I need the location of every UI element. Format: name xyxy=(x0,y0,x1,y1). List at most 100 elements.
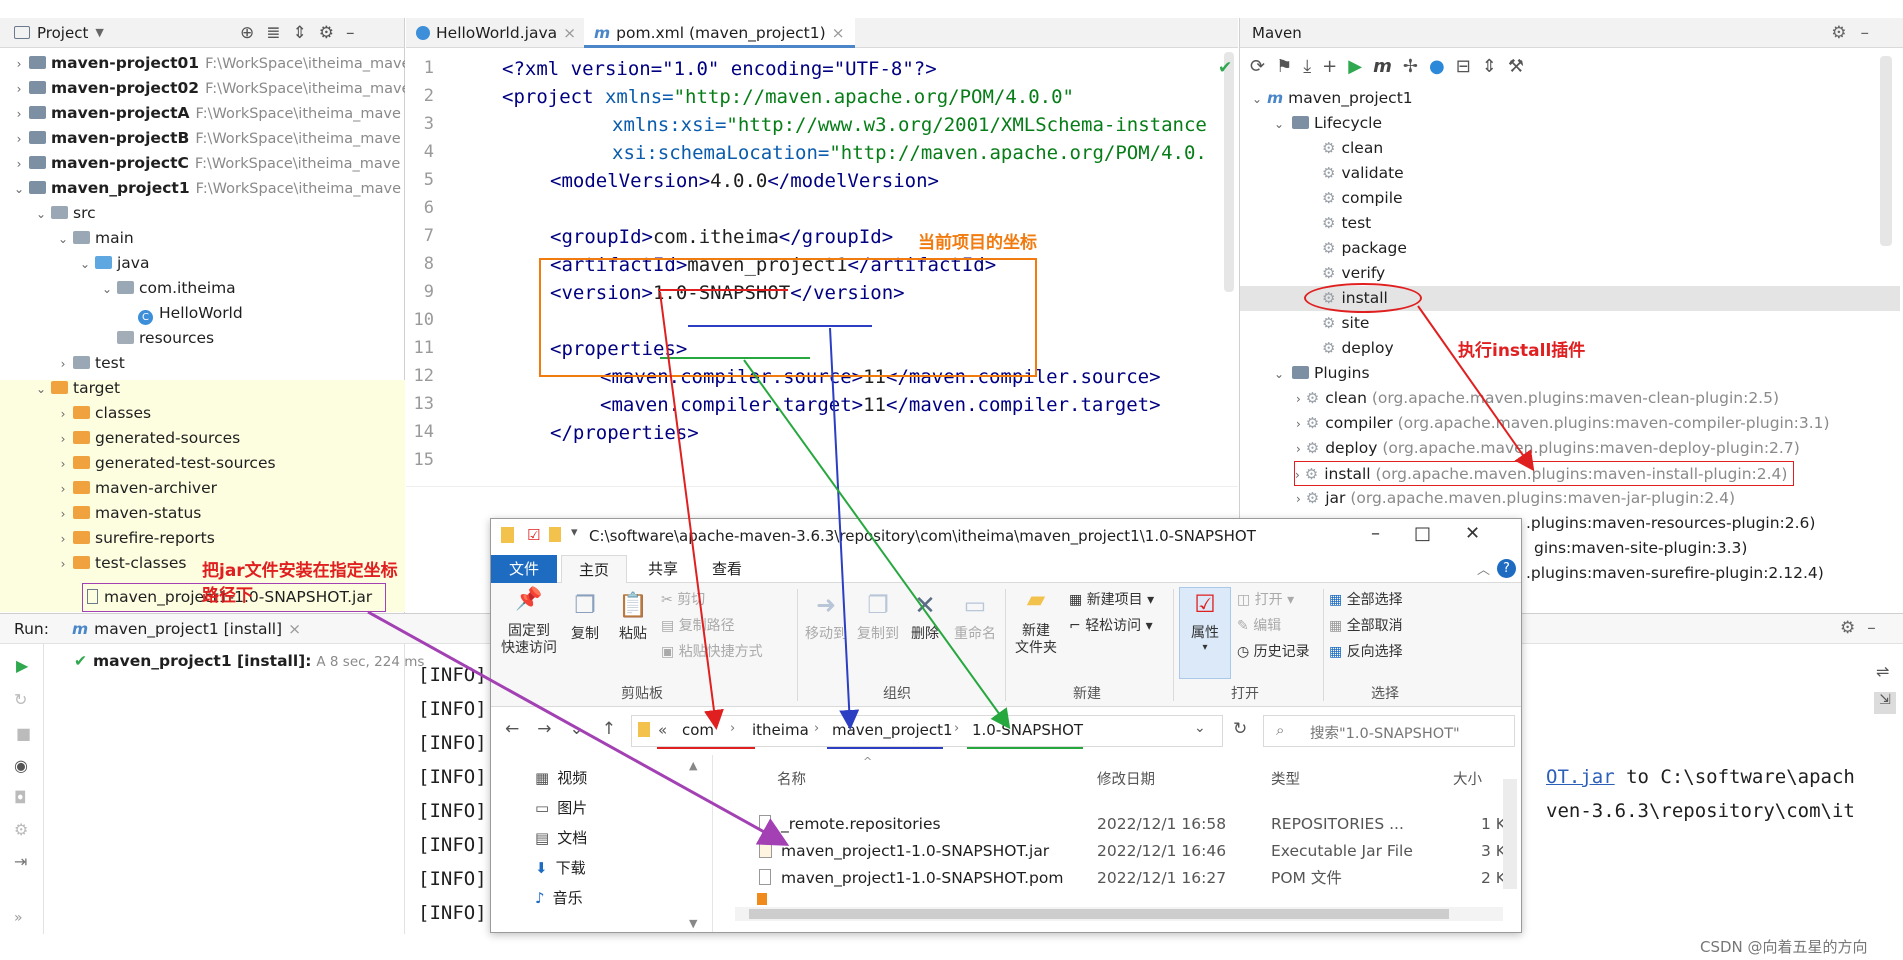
tree-item-maven-archiver[interactable]: › maven-archiver xyxy=(0,476,405,501)
close-icon[interactable]: × xyxy=(832,24,845,42)
project-toolbar-icons[interactable]: ⊕≣⇕⚙– xyxy=(240,23,366,43)
rerun-icon[interactable]: ▶ xyxy=(16,656,28,675)
run-tree-entry[interactable]: ✔ maven_project1 [install]: A 8 sec, 224 … xyxy=(74,652,424,670)
address-bar[interactable]: « com › itheima › maven_project1 › 1.0-S… xyxy=(631,715,1223,747)
column-size[interactable]: 大小 xyxy=(1453,768,1482,789)
copy-button[interactable]: ❐ 复制 xyxy=(565,591,605,643)
tab-helloworld[interactable]: HelloWorld.java × xyxy=(406,18,586,48)
stop-icon[interactable]: ■ xyxy=(16,724,31,743)
breadcrumb-maven-project1[interactable]: maven_project1 xyxy=(832,721,953,739)
lifecycle-compile[interactable]: ⚙ compile xyxy=(1322,186,1403,211)
tree-item-surefire-reports[interactable]: › surefire-reports xyxy=(0,526,405,551)
rename-button[interactable]: ▭ 重命名 xyxy=(949,591,1001,643)
lifecycle-deploy[interactable]: ⚙ deploy xyxy=(1322,336,1394,361)
file-list-hscrollbar[interactable] xyxy=(735,907,1503,921)
tree-item-src[interactable]: ⌄ src xyxy=(0,201,405,226)
more-icon[interactable]: » xyxy=(14,910,23,926)
lifecycle-site[interactable]: ⚙ site xyxy=(1322,311,1369,336)
new-item-button[interactable]: ▦ 新建项目 ▾ xyxy=(1069,589,1154,609)
tree-item-maven-project01[interactable]: › maven-project01 F:\WorkSpace\itheima_mav… xyxy=(0,51,405,76)
tree-item-main[interactable]: ⌄ main xyxy=(0,226,405,251)
sidebar-item-documents[interactable]: ▤ 文档 xyxy=(535,827,587,848)
ribbon-tab-file[interactable]: 文件 xyxy=(491,555,557,583)
maven-scrollbar[interactable] xyxy=(1880,56,1892,246)
tree-item-maven-projectC[interactable]: › maven-projectC F:\WorkSpace\itheima_mave xyxy=(0,151,405,176)
ribbon-tab-share[interactable]: 共享 xyxy=(633,555,693,583)
code-line-5[interactable]: <modelVersion>4.0.0</modelVersion> xyxy=(550,170,939,192)
chevron-down-icon[interactable]: ⌄ xyxy=(1194,720,1206,736)
move-to-button[interactable]: ➜ 移动到 xyxy=(801,591,851,643)
sidebar-item-pictures[interactable]: ▭ 图片 xyxy=(535,797,587,818)
plugin-compiler[interactable]: › ⚙ compiler (org.apache.maven.plugins:ma… xyxy=(1296,411,1830,436)
invert-selection-button[interactable]: ▦ 反向选择 xyxy=(1329,641,1403,661)
new-folder-button[interactable]: ▰ 新建 文件夹 xyxy=(1011,587,1061,657)
plugin-install[interactable]: › ⚙ install (org.apache.maven.plugins:mav… xyxy=(1294,461,1795,486)
scroll-down-icon[interactable]: ▼ xyxy=(689,917,697,930)
tree-item-test-classes[interactable]: › test-classes xyxy=(0,551,200,576)
sidebar-item-videos[interactable]: ▦ 视频 xyxy=(535,767,587,788)
properties-button[interactable]: ☑ 属性 ▾ xyxy=(1179,587,1231,679)
breadcrumb-overflow[interactable]: « xyxy=(658,721,667,739)
quick-access-icons[interactable]: ☑ xyxy=(527,526,540,544)
code-line-groupid[interactable]: <groupId>com.itheima</groupId> xyxy=(550,226,893,248)
scroll-end-icon[interactable]: ⇲ xyxy=(1874,692,1896,714)
column-date[interactable]: 修改日期 xyxy=(1097,768,1155,789)
tree-item-resources[interactable]: resources xyxy=(0,326,405,351)
code-line-properties-end[interactable]: </properties> xyxy=(550,422,699,444)
tree-item-target[interactable]: ⌄ target xyxy=(0,376,405,401)
nav-buttons[interactable]: ←→⌄↑ xyxy=(505,719,634,739)
exit-icon[interactable]: ⇥ xyxy=(14,852,27,871)
rerun-failed-icon[interactable]: ↻ xyxy=(14,690,27,709)
close-icon[interactable]: × xyxy=(563,24,576,42)
tree-item-package[interactable]: ⌄ com.itheima xyxy=(0,276,405,301)
file-row[interactable]: _remote.repositories xyxy=(759,811,941,838)
lifecycle-test[interactable]: ⚙ test xyxy=(1322,211,1371,236)
column-name[interactable]: 名称 xyxy=(777,768,806,789)
search-box[interactable]: ⌕ 搜索"1.0-SNAPSHOT" xyxy=(1263,715,1515,747)
copy-to-button[interactable]: ❐ 复制到 xyxy=(853,591,903,643)
maven-toolbar[interactable]: ⟳⚑⤓+▶m✢●⊟⇕⚒ xyxy=(1250,56,1535,77)
collapse-ribbon-icon[interactable]: ︿ xyxy=(1477,559,1490,578)
maven-header-icons[interactable]: ⚙– xyxy=(1831,23,1883,43)
scroll-up-icon[interactable]: ▲ xyxy=(689,759,697,772)
select-all-button[interactable]: ▦ 全部选择 xyxy=(1329,589,1403,609)
tree-item-generated-test-sources[interactable]: › generated-test-sources xyxy=(0,451,405,476)
column-type[interactable]: 类型 xyxy=(1271,768,1300,789)
tree-item-maven-projectB[interactable]: › maven-projectB F:\WorkSpace\itheima_mave xyxy=(0,126,405,151)
tab-pom[interactable]: m pom.xml (maven_project1) × xyxy=(584,18,855,48)
chevron-down-icon[interactable]: ▼ xyxy=(95,26,103,39)
easy-access-button[interactable]: ⌐ 轻松访问 ▾ xyxy=(1069,615,1153,635)
eye-icon[interactable]: ◉ xyxy=(14,756,28,775)
project-panel-title[interactable]: Project xyxy=(37,24,88,42)
lifecycle-validate[interactable]: ⚙ validate xyxy=(1322,161,1404,186)
close-icon[interactable]: × xyxy=(288,620,301,638)
maven-project-node[interactable]: ⌄ m maven_project1 xyxy=(1252,86,1413,111)
tree-item-classes[interactable]: › classes xyxy=(0,401,405,426)
code-line-3[interactable]: xmlns:xsi="http://www.w3.org/2001/XMLSch… xyxy=(612,114,1207,136)
editor-scrollbar[interactable] xyxy=(1224,52,1234,292)
chevron-down-icon[interactable]: ▾ xyxy=(571,525,578,540)
tree-item-maven-project02[interactable]: › maven-project02 F:\WorkSpace\itheima_mav… xyxy=(0,76,405,101)
delete-button[interactable]: ✕ 删除 xyxy=(905,591,945,643)
ribbon-tab-view[interactable]: 查看 xyxy=(697,555,757,583)
plugins-node[interactable]: ⌄ Plugins xyxy=(1274,361,1370,386)
paste-button[interactable]: 📋 粘贴 xyxy=(613,591,653,643)
history-button[interactable]: ◷ 历史记录 xyxy=(1237,641,1310,661)
run-header-icons[interactable]: ⚙– xyxy=(1840,618,1888,638)
tree-item-maven-projectA[interactable]: › maven-projectA F:\WorkSpace\itheima_mave xyxy=(0,101,405,126)
code-line-1[interactable]: <?xml version="1.0" encoding="UTF-8"?> xyxy=(502,58,937,80)
camera-icon[interactable]: ◘ xyxy=(14,788,27,807)
code-line-4[interactable]: xsi:schemaLocation="http://maven.apache.… xyxy=(612,142,1207,164)
tree-item-maven-project1[interactable]: ⌄ maven_project1 F:\WorkSpace\itheima_mave xyxy=(0,176,405,201)
plugin-resources[interactable]: .plugins:maven-resources-plugin:2.6) xyxy=(1526,511,1815,536)
pin-quick-access-button[interactable]: 📌 固定到 快速访问 xyxy=(499,589,559,657)
settings-icon[interactable]: ⚙ xyxy=(14,820,28,839)
copy-path-button[interactable]: ▤ 复制路径 xyxy=(661,615,735,635)
tree-item-helloworld[interactable]: C HelloWorld xyxy=(0,301,405,326)
plugin-surefire[interactable]: .plugins:maven-surefire-plugin:2.12.4) xyxy=(1526,561,1824,586)
lifecycle-package[interactable]: ⚙ package xyxy=(1322,236,1407,261)
open-button[interactable]: ◫ 打开 ▾ xyxy=(1237,589,1294,609)
paste-shortcut-button[interactable]: ▣ 粘贴快捷方式 xyxy=(661,641,763,661)
tree-item-generated-sources[interactable]: › generated-sources xyxy=(0,426,405,451)
breadcrumb-com[interactable]: com xyxy=(682,721,714,739)
